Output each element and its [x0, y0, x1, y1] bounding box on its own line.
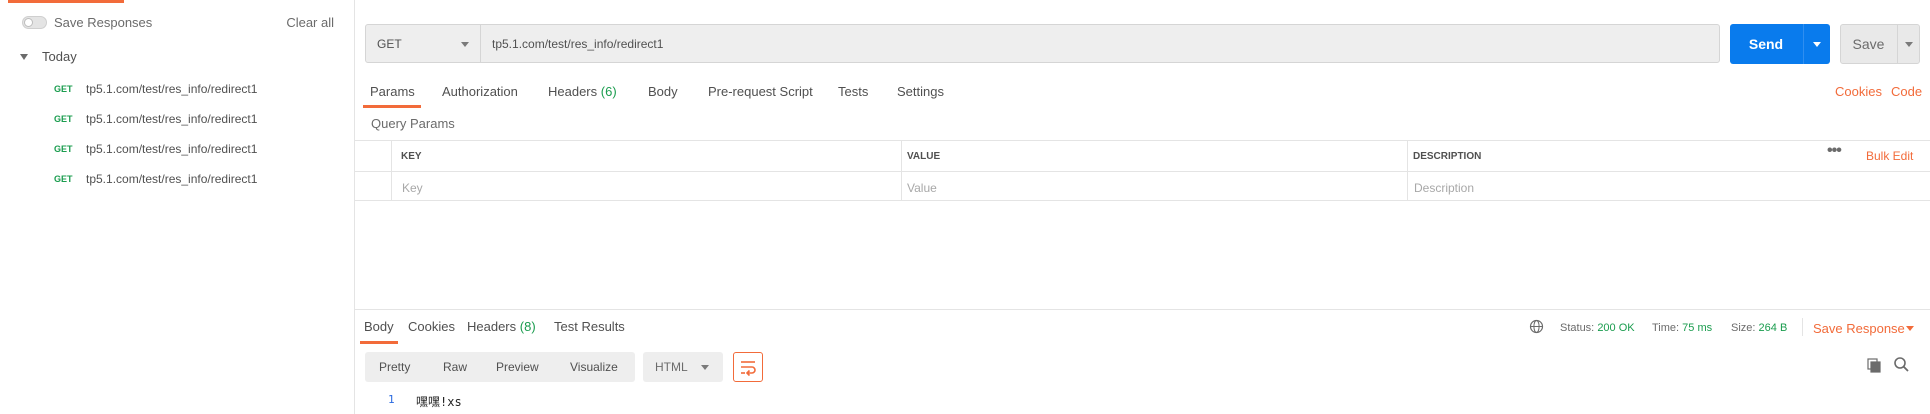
- history-item[interactable]: GET tp5.1.com/test/res_info/redirect1: [0, 104, 355, 134]
- save-button[interactable]: Save: [1840, 24, 1920, 64]
- size-label: Size:: [1731, 322, 1756, 334]
- active-response-tab-underline: [360, 341, 398, 344]
- save-response-button[interactable]: Save Response: [1813, 321, 1905, 336]
- tab-headers-label: Headers: [548, 84, 598, 99]
- send-label: Send: [1748, 36, 1784, 52]
- response-tab-body[interactable]: Body: [364, 319, 394, 334]
- language-value: HTML: [655, 360, 688, 374]
- history-toolbar: Save Responses Clear all: [0, 0, 355, 44]
- history-item-method: GET: [54, 84, 73, 94]
- request-tabs: Params Authorization Headers (6) Body Pr…: [355, 78, 1930, 108]
- column-divider: [1407, 141, 1408, 201]
- response-size: Size: 264 B: [1731, 322, 1787, 334]
- tab-params[interactable]: Params: [370, 84, 415, 99]
- time-label: Time:: [1652, 322, 1680, 334]
- history-sidebar: Save Responses Clear all Today GET tp5.1…: [0, 0, 355, 414]
- response-tab-headers[interactable]: Headers (8): [467, 319, 536, 334]
- method-select[interactable]: GET: [366, 25, 481, 62]
- response-tab-headers-count: (8): [519, 319, 536, 334]
- url-input[interactable]: [482, 25, 1717, 62]
- save-responses-toggle[interactable]: [22, 16, 47, 29]
- value-input[interactable]: Value: [907, 181, 937, 195]
- status-label: Status:: [1560, 322, 1595, 334]
- response-body-text: 嘿嘿!xs: [416, 395, 462, 409]
- tab-headers-count: (6): [600, 84, 617, 99]
- code-link[interactable]: Code: [1891, 84, 1922, 99]
- column-divider: [391, 141, 392, 201]
- description-input[interactable]: Description: [1414, 181, 1474, 195]
- response-tab-cookies[interactable]: Cookies: [408, 319, 455, 334]
- key-column-header: KEY: [401, 151, 422, 162]
- history-item-url: tp5.1.com/test/res_info/redirect1: [86, 112, 258, 126]
- status-value: 200 OK: [1597, 322, 1635, 334]
- save-response-chevron-icon[interactable]: [1906, 326, 1914, 331]
- search-icon[interactable]: [1893, 356, 1910, 376]
- column-divider: [901, 141, 902, 201]
- caret-down-icon: [20, 53, 28, 60]
- bulk-edit-link[interactable]: Bulk Edit: [1866, 149, 1913, 163]
- row-divider: [355, 171, 1930, 172]
- language-select[interactable]: HTML: [643, 352, 723, 382]
- response-status: Status: 200 OK: [1560, 322, 1635, 334]
- copy-icon[interactable]: [1866, 357, 1882, 376]
- history-item[interactable]: GET tp5.1.com/test/res_info/redirect1: [0, 134, 355, 164]
- method-value: GET: [377, 37, 402, 51]
- history-item-url: tp5.1.com/test/res_info/redirect1: [86, 82, 258, 96]
- history-item-method: GET: [54, 114, 73, 124]
- tab-authorization[interactable]: Authorization: [442, 84, 518, 99]
- tab-tests[interactable]: Tests: [838, 84, 868, 99]
- query-params-table: KEY VALUE DESCRIPTION Key Value Descript…: [355, 140, 1930, 201]
- wrap-lines-icon: [741, 361, 756, 377]
- chevron-down-icon: [701, 365, 709, 370]
- line-number: 1: [388, 393, 395, 406]
- visualize-button[interactable]: Visualize: [570, 360, 618, 374]
- save-label: Save: [1852, 36, 1885, 52]
- wrap-lines-button[interactable]: [733, 352, 763, 382]
- history-item-method: GET: [54, 144, 73, 154]
- tab-body[interactable]: Body: [648, 84, 678, 99]
- save-options-chevron-icon[interactable]: [1905, 42, 1913, 47]
- time-value: 75 ms: [1682, 322, 1713, 334]
- send-button[interactable]: Send: [1730, 24, 1830, 64]
- cookies-link[interactable]: Cookies: [1835, 84, 1882, 99]
- active-tab-underline: [363, 105, 421, 108]
- history-group-label: Today: [42, 49, 77, 64]
- response-time: Time: 75 ms: [1652, 322, 1712, 334]
- response-body-line: 1 嘿嘿!xs: [365, 393, 765, 411]
- history-item[interactable]: GET tp5.1.com/test/res_info/redirect1: [0, 74, 355, 104]
- history-item[interactable]: GET tp5.1.com/test/res_info/redirect1: [0, 164, 355, 194]
- response-tab-test-results[interactable]: Test Results: [554, 319, 625, 334]
- chevron-down-icon: [461, 42, 469, 47]
- save-responses-label: Save Responses: [54, 15, 153, 30]
- request-bar: GET: [365, 24, 1720, 63]
- history-item-url: tp5.1.com/test/res_info/redirect1: [86, 142, 258, 156]
- status-divider: [1802, 318, 1803, 336]
- raw-button[interactable]: Raw: [443, 360, 467, 374]
- tab-settings[interactable]: Settings: [897, 84, 944, 99]
- query-params-title: Query Params: [371, 116, 455, 131]
- toggle-knob: [24, 18, 33, 27]
- pretty-button[interactable]: Pretty: [379, 360, 410, 374]
- tab-headers[interactable]: Headers (6): [548, 84, 617, 99]
- history-group-today[interactable]: Today: [20, 49, 77, 64]
- key-input[interactable]: Key: [402, 181, 423, 195]
- value-column-header: VALUE: [907, 151, 941, 162]
- clear-all-button[interactable]: Clear all: [286, 15, 334, 30]
- history-item-method: GET: [54, 174, 73, 184]
- tab-pre-request-script[interactable]: Pre-request Script: [708, 84, 813, 99]
- history-item-url: tp5.1.com/test/res_info/redirect1: [86, 172, 258, 186]
- description-column-header: DESCRIPTION: [1413, 151, 1482, 162]
- preview-button[interactable]: Preview: [496, 360, 539, 374]
- response-tab-headers-label: Headers: [467, 319, 517, 334]
- more-options-icon[interactable]: •••: [1827, 142, 1842, 160]
- size-value: 264 B: [1758, 322, 1788, 334]
- format-toolbar: Pretty Raw Preview Visualize: [365, 352, 635, 382]
- send-options-chevron-icon[interactable]: [1813, 42, 1821, 47]
- send-divider: [1803, 24, 1804, 64]
- globe-icon[interactable]: [1529, 319, 1544, 337]
- save-divider: [1897, 25, 1898, 63]
